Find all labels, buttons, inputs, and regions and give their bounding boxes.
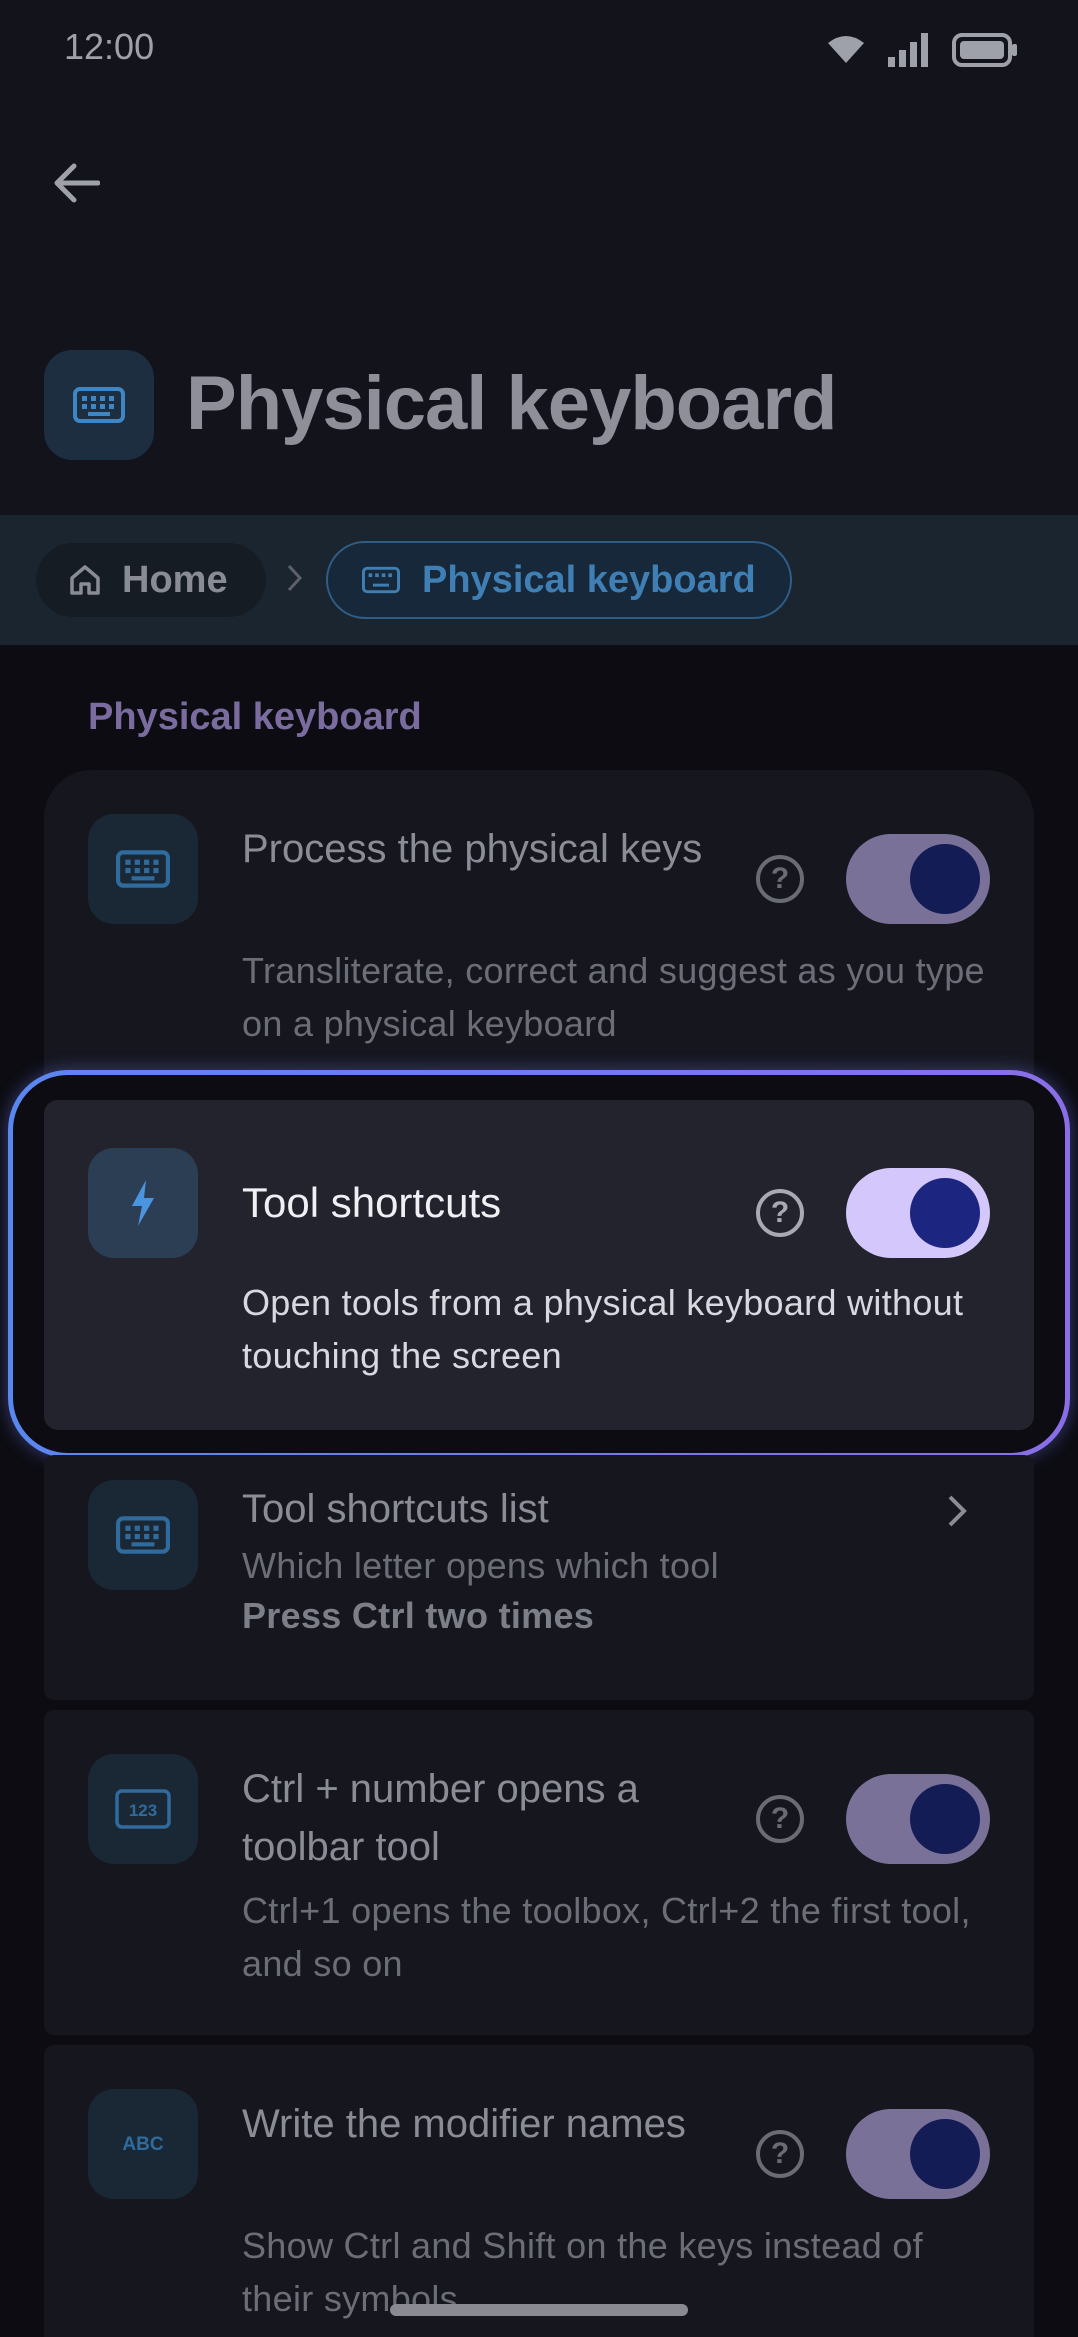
toggle-knob <box>910 2119 980 2189</box>
setting-tool-shortcuts-list[interactable]: Tool shortcuts list Which letter opens w… <box>44 1455 1034 1700</box>
chevron-right-icon <box>287 564 303 592</box>
toggle-knob <box>910 844 980 914</box>
setting-description: Transliterate, correct and suggest as yo… <box>242 950 985 1044</box>
help-button[interactable]: ? <box>756 1795 804 1843</box>
top-app-bar: 12:00 Physical keyboard <box>0 0 1078 515</box>
breadcrumb-current-label: Physical keyboard <box>422 558 756 601</box>
chevron-right-icon <box>948 1495 967 1527</box>
back-button[interactable] <box>44 150 110 216</box>
status-time: 12:00 <box>64 26 155 67</box>
setting-title: Write the modifier names <box>242 2102 686 2146</box>
setting-process-physical-keys[interactable]: Process the physical keys Transliterate,… <box>44 770 1034 1095</box>
setting-modifier-names[interactable]: ABC Write the modifier names Show Ctrl a… <box>44 2045 1034 2337</box>
keyboard-icon <box>73 387 125 423</box>
breadcrumb-home-label: Home <box>122 558 228 601</box>
setting-title: Tool shortcuts list <box>242 1487 549 1531</box>
breadcrumb-home[interactable]: Home <box>36 543 266 617</box>
home-indicator[interactable] <box>390 2304 688 2316</box>
page-title: Physical keyboard <box>186 361 837 446</box>
setting-title: Process the physical keys <box>242 827 703 871</box>
page-title-icon <box>44 350 154 460</box>
123-icon: 123 <box>115 1789 171 1829</box>
keyboard-icon <box>362 566 400 594</box>
keyboard-icon <box>116 1516 170 1554</box>
toggle-switch[interactable] <box>846 834 990 924</box>
help-button[interactable]: ? <box>756 855 804 903</box>
setting-icon <box>88 1148 198 1258</box>
toggle-knob <box>910 1178 980 1248</box>
status-icons <box>826 30 1018 70</box>
setting-description: Which letter opens which tool <box>242 1545 719 1586</box>
arrow-back-icon <box>54 163 100 203</box>
setting-description: Ctrl+1 opens the toolbox, Ctrl+2 the fir… <box>242 1890 971 1984</box>
toggle-switch[interactable] <box>846 1168 990 1258</box>
setting-icon <box>88 1480 198 1590</box>
breadcrumb-current[interactable]: Physical keyboard <box>326 541 792 619</box>
keyboard-icon <box>116 850 170 888</box>
help-button[interactable]: ? <box>756 1189 804 1237</box>
signal-icon <box>888 33 928 67</box>
battery-icon <box>952 33 1017 67</box>
svg-text:ABC: ABC <box>122 2134 163 2155</box>
svg-text:123: 123 <box>129 1801 157 1820</box>
toggle-knob <box>910 1784 980 1854</box>
home-icon <box>70 565 100 595</box>
setting-ctrl-number[interactable]: 123 Ctrl + number opens a toolbar tool C… <box>44 1710 1034 2035</box>
setting-title: Tool shortcuts <box>242 1179 502 1226</box>
wifi-icon <box>828 36 864 63</box>
help-button[interactable]: ? <box>756 2130 804 2178</box>
section-title: Physical keyboard <box>88 696 422 738</box>
setting-icon: 123 <box>88 1754 198 1864</box>
bolt-icon <box>132 1180 154 1226</box>
setting-tool-shortcuts[interactable]: Tool shortcuts Open tools from a physica… <box>44 1100 1034 1430</box>
setting-icon <box>88 814 198 924</box>
setting-icon: ABC <box>88 2089 198 2199</box>
setting-note: Press Ctrl two times <box>242 1595 595 1636</box>
setting-description: Open tools from a physical keyboard with… <box>242 1282 964 1376</box>
abc-icon: ABC <box>122 2134 163 2155</box>
toggle-switch[interactable] <box>846 1774 990 1864</box>
toggle-switch[interactable] <box>846 2109 990 2199</box>
setting-title: Ctrl + number opens a toolbar tool <box>242 1767 639 1869</box>
